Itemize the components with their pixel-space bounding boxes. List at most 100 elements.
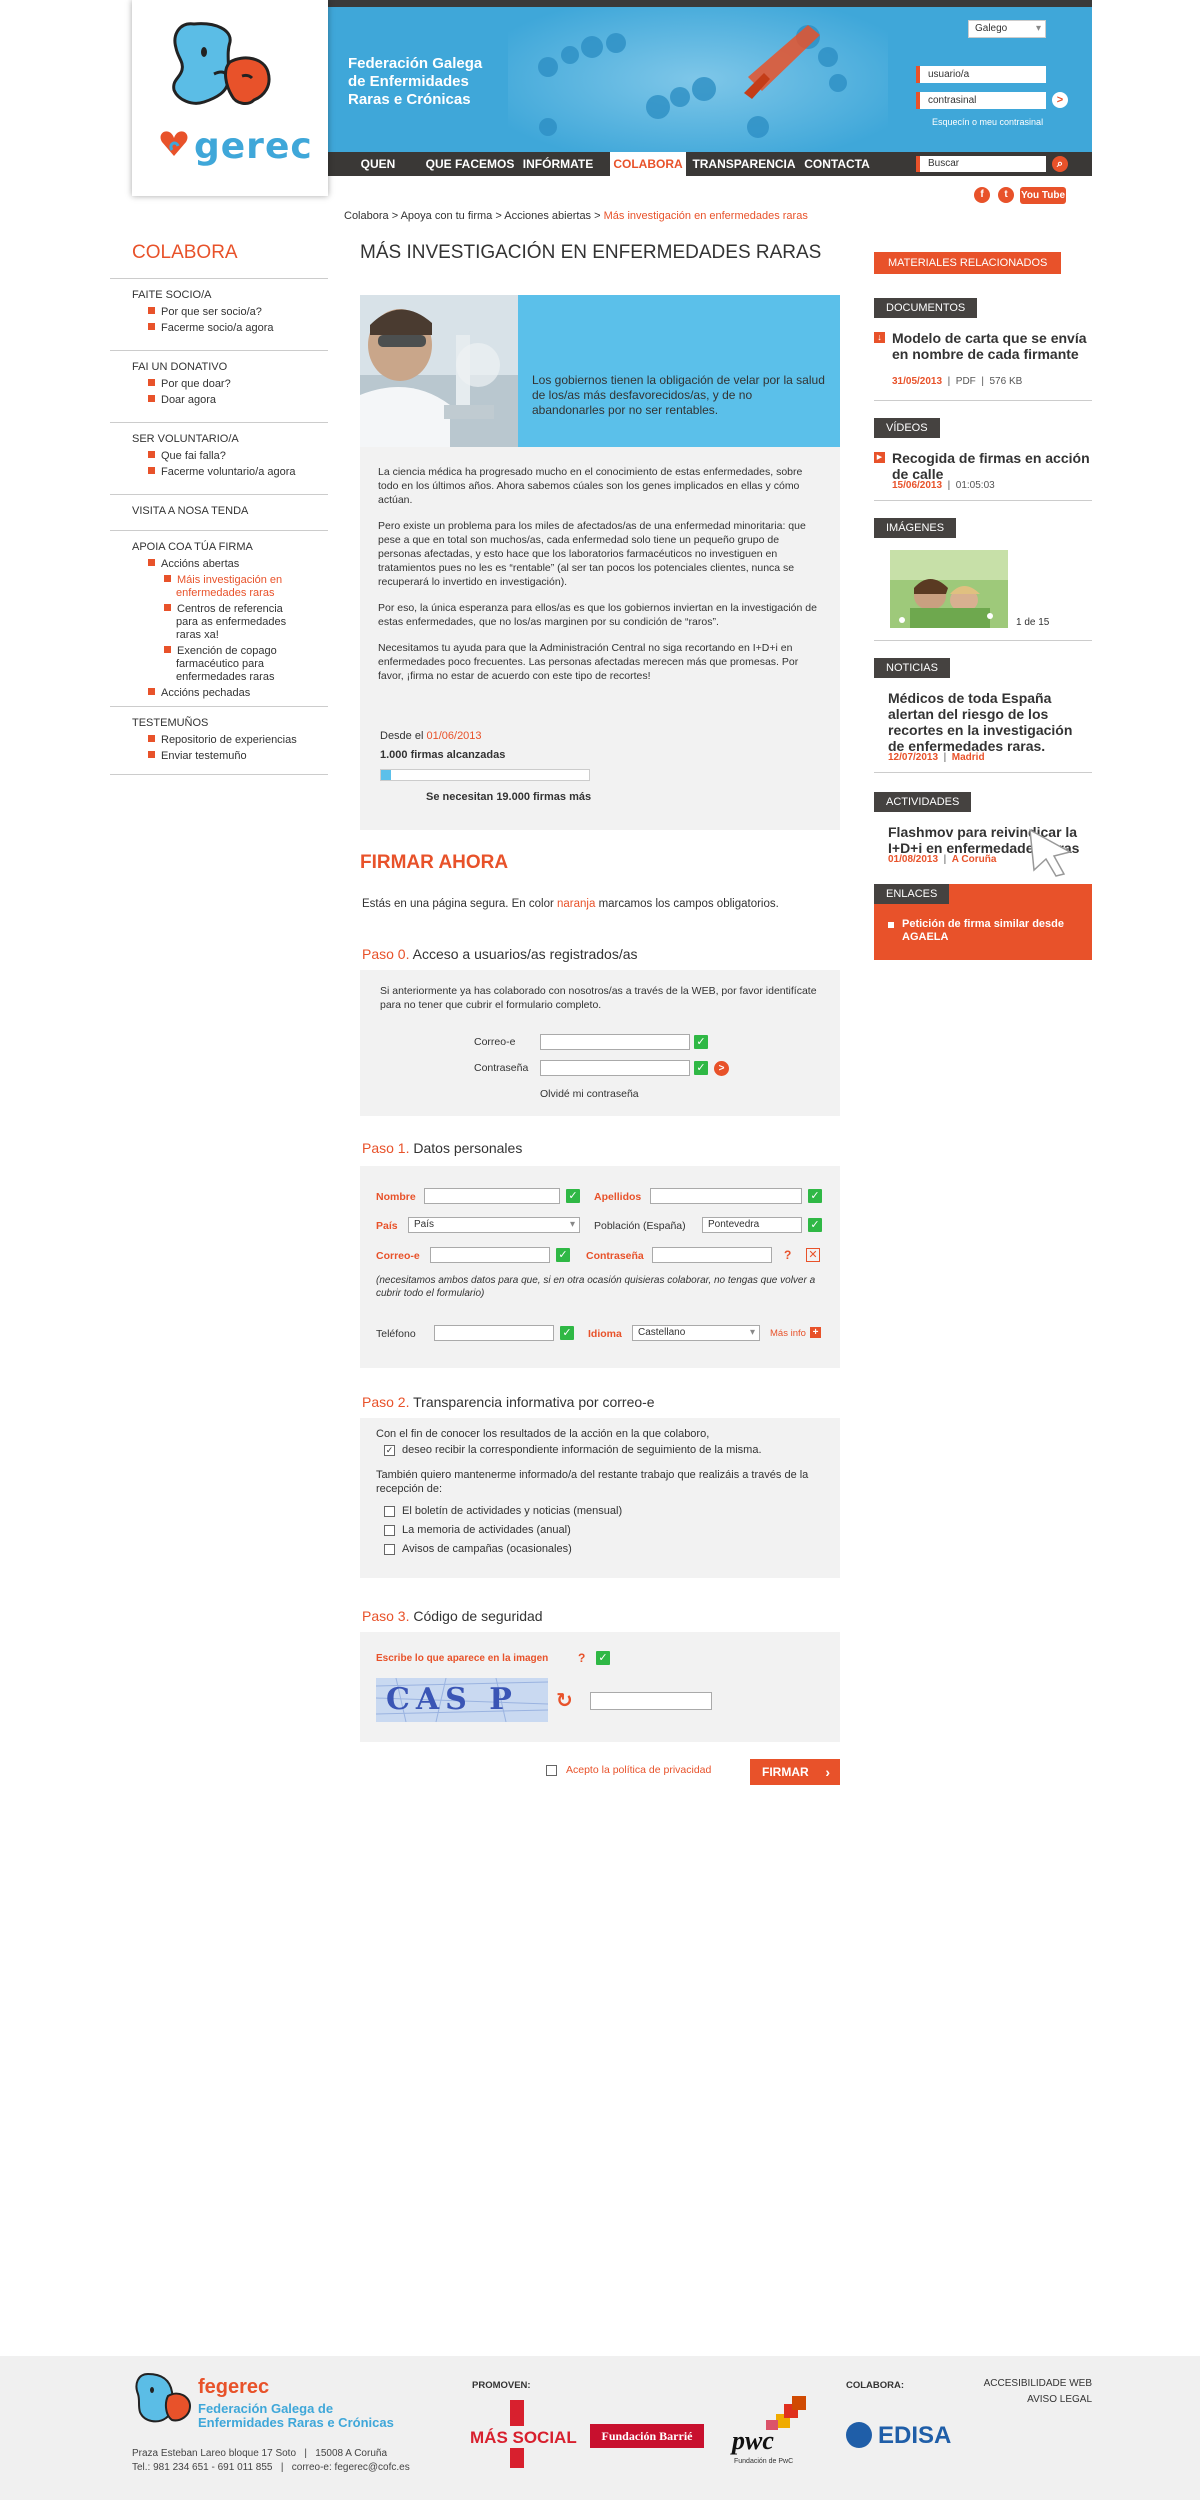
enlace-link[interactable]: Petición de firma similar desde AGAELA bbox=[902, 918, 1082, 944]
pais-select[interactable]: País ▾ bbox=[408, 1217, 580, 1233]
forgot-password-link[interactable]: Esquecín o meu contrasinal bbox=[932, 117, 1043, 127]
play-icon[interactable]: ▶ bbox=[874, 452, 885, 463]
step1-block: Nombre ✓ Apellidos ✓ País País ▾ Població… bbox=[360, 1166, 840, 1368]
document-meta: 31/05/2013 | PDF | 576 KB bbox=[892, 376, 1023, 387]
username-input[interactable]: usuario/a bbox=[916, 66, 1046, 83]
firmar-button[interactable]: FIRMAR › bbox=[750, 1759, 840, 1785]
nav-informate[interactable]: INFÓRMATE bbox=[520, 152, 596, 176]
sidebar-section-title[interactable]: VISITA A NOSA TENDA bbox=[132, 505, 328, 517]
breadcrumb-item[interactable]: Acciones abiertas bbox=[504, 210, 591, 222]
form-intro-text: Estás en una página segura. En color bbox=[362, 898, 554, 910]
login-submit-button[interactable]: > bbox=[714, 1061, 729, 1076]
twitter-icon[interactable]: t bbox=[998, 187, 1014, 203]
nav-que-facemos[interactable]: QUE FACEMOS bbox=[424, 152, 516, 176]
accesibilidade-link[interactable]: ACCESIBILIDADE WEB bbox=[966, 2376, 1092, 2392]
sidebar-item[interactable]: Que fai falla? bbox=[148, 450, 328, 463]
sidebar-item[interactable]: Doar agora bbox=[148, 394, 328, 407]
login-arrow-button[interactable]: > bbox=[1052, 92, 1068, 108]
check-icon: ✓ bbox=[560, 1326, 574, 1340]
bullet-icon bbox=[148, 559, 155, 566]
memoria-checkbox[interactable] bbox=[384, 1525, 395, 1536]
divider bbox=[874, 772, 1092, 773]
nombre-input[interactable] bbox=[424, 1188, 560, 1204]
idioma-select[interactable]: Castellano ▾ bbox=[632, 1325, 760, 1341]
gallery-thumbnail[interactable] bbox=[890, 550, 1008, 628]
sidebar-item[interactable]: Exención de copago farmacéutico para enf… bbox=[164, 645, 294, 684]
sidebar-item[interactable]: Facerme socio/a agora bbox=[148, 322, 328, 335]
form-intro: Estás en una página segura. En color nar… bbox=[362, 898, 779, 910]
language-select[interactable]: Galego ▾ bbox=[968, 20, 1046, 38]
breadcrumb-item[interactable]: Apoya con tu firma bbox=[401, 210, 493, 222]
plus-icon[interactable]: + bbox=[810, 1327, 821, 1338]
mas-social-logo[interactable]: MÁS SOCIAL bbox=[470, 2428, 577, 2448]
refresh-icon[interactable]: ↻ bbox=[556, 1688, 573, 1713]
sidebar-item-active[interactable]: Máis investigación en enfermedades raras bbox=[164, 574, 294, 600]
sidebar-item-label: Accións pechadas bbox=[161, 687, 251, 699]
follow-checkbox[interactable]: ✓ bbox=[384, 1445, 395, 1456]
login-email-label: Correo-e bbox=[474, 1036, 516, 1048]
pwc-logo[interactable]: pwc bbox=[732, 2426, 774, 2456]
aviso-legal-link[interactable]: AVISO LEGAL bbox=[966, 2392, 1092, 2408]
forgot-password-link[interactable]: Olvidé mi contraseña bbox=[540, 1088, 639, 1100]
nav-quen-somos[interactable]: QUEN SOMOS bbox=[338, 152, 418, 195]
footer-org-line: Federación Galega de bbox=[198, 2401, 334, 2416]
facebook-icon[interactable]: f bbox=[974, 187, 990, 203]
form-note: (necesitamos ambos datos para que, si en… bbox=[376, 1275, 816, 1299]
sidebar-section-title[interactable]: FAI UN DONATIVO bbox=[132, 361, 328, 373]
check-icon: ✓ bbox=[566, 1189, 580, 1203]
contrasena-label: Contraseña bbox=[586, 1250, 644, 1262]
telefono-label: Teléfono bbox=[376, 1328, 416, 1340]
privacy-checkbox[interactable] bbox=[546, 1765, 557, 1776]
login-pass-input[interactable] bbox=[540, 1060, 690, 1076]
sidebar-item[interactable]: Accións abertas bbox=[148, 558, 328, 571]
youtube-icon[interactable]: You Tube bbox=[1020, 187, 1066, 204]
sidebar-item[interactable]: Enviar testemuño bbox=[148, 750, 328, 763]
nav-contacta[interactable]: CONTACTA bbox=[800, 152, 874, 176]
step3-title: Paso 3. Código de seguridad bbox=[362, 1608, 543, 1624]
captcha-input[interactable] bbox=[590, 1692, 712, 1710]
sidebar-item[interactable]: Centros de referencia para as enfermedad… bbox=[164, 603, 294, 642]
download-icon[interactable]: ↓ bbox=[874, 332, 885, 343]
video-link[interactable]: Recogida de firmas en acción de calle bbox=[892, 450, 1092, 482]
mas-info-link[interactable]: Más info bbox=[770, 1328, 806, 1339]
edisa-logo-icon bbox=[846, 2422, 872, 2448]
poblacion-input[interactable]: Pontevedra bbox=[702, 1217, 802, 1233]
privacy-label[interactable]: Acepto la política de privacidad bbox=[566, 1764, 711, 1776]
nav-colabora[interactable]: COLABORA bbox=[610, 152, 686, 179]
step3-block: Escribe lo que aparece en la imagen ? ✓ … bbox=[360, 1632, 840, 1742]
sidebar-section-title[interactable]: TESTEMUÑOS bbox=[132, 717, 328, 729]
article-paragraph: Necesitamos tu ayuda para que la Adminis… bbox=[378, 642, 799, 682]
sidebar-item[interactable]: Repositorio de experiencias bbox=[148, 734, 328, 747]
login-email-input[interactable] bbox=[540, 1034, 690, 1050]
sidebar-item[interactable]: Accións pechadas bbox=[148, 687, 328, 700]
sidebar-item[interactable]: Facerme voluntario/a agora bbox=[148, 466, 328, 479]
document-link[interactable]: Modelo de carta que se envía en nombre d… bbox=[892, 330, 1092, 362]
help-icon[interactable]: ? bbox=[784, 1248, 791, 1262]
sidebar-section-title[interactable]: FAITE SOCIO/A bbox=[132, 289, 328, 301]
avisos-checkbox[interactable] bbox=[384, 1544, 395, 1555]
signatures-needed: Se necesitan 19.000 firmas más bbox=[426, 791, 592, 803]
search-icon[interactable]: ⌕ bbox=[1052, 156, 1068, 172]
telefono-input[interactable] bbox=[434, 1325, 554, 1341]
divider bbox=[874, 500, 1092, 501]
sidebar-item[interactable]: Por que doar? bbox=[148, 378, 328, 391]
sidebar-section-title[interactable]: APOIA COA TÚA FIRMA bbox=[132, 541, 328, 553]
contrasena-input[interactable] bbox=[652, 1247, 772, 1263]
sidebar-item-label: Enviar testemuño bbox=[161, 750, 247, 762]
breadcrumb-item[interactable]: Colabora bbox=[344, 210, 389, 222]
search-input[interactable]: Buscar bbox=[916, 156, 1046, 172]
fundacion-barrie-logo[interactable]: Fundación Barrié bbox=[590, 2424, 704, 2448]
sidebar-item-label: Máis investigación en enfermedades raras bbox=[176, 574, 283, 599]
sidebar-section-title[interactable]: SER VOLUNTARIO/A bbox=[132, 433, 328, 445]
apellidos-input[interactable] bbox=[650, 1188, 802, 1204]
news-link[interactable]: Médicos de toda España alertan del riesg… bbox=[888, 690, 1092, 754]
firmar-button-label: FIRMAR bbox=[762, 1765, 809, 1779]
edisa-logo[interactable]: EDISA bbox=[878, 2422, 951, 2450]
newsletter-checkbox[interactable] bbox=[384, 1506, 395, 1517]
nav-transparencia[interactable]: TRANSPARENCIA bbox=[692, 152, 796, 176]
password-input[interactable]: contrasinal bbox=[916, 92, 1046, 109]
help-icon[interactable]: ? bbox=[578, 1651, 585, 1665]
sidebar-item[interactable]: Por que ser socio/a? bbox=[148, 306, 328, 319]
site-logo[interactable]: gerec bbox=[132, 0, 328, 196]
correo-input[interactable] bbox=[430, 1247, 550, 1263]
